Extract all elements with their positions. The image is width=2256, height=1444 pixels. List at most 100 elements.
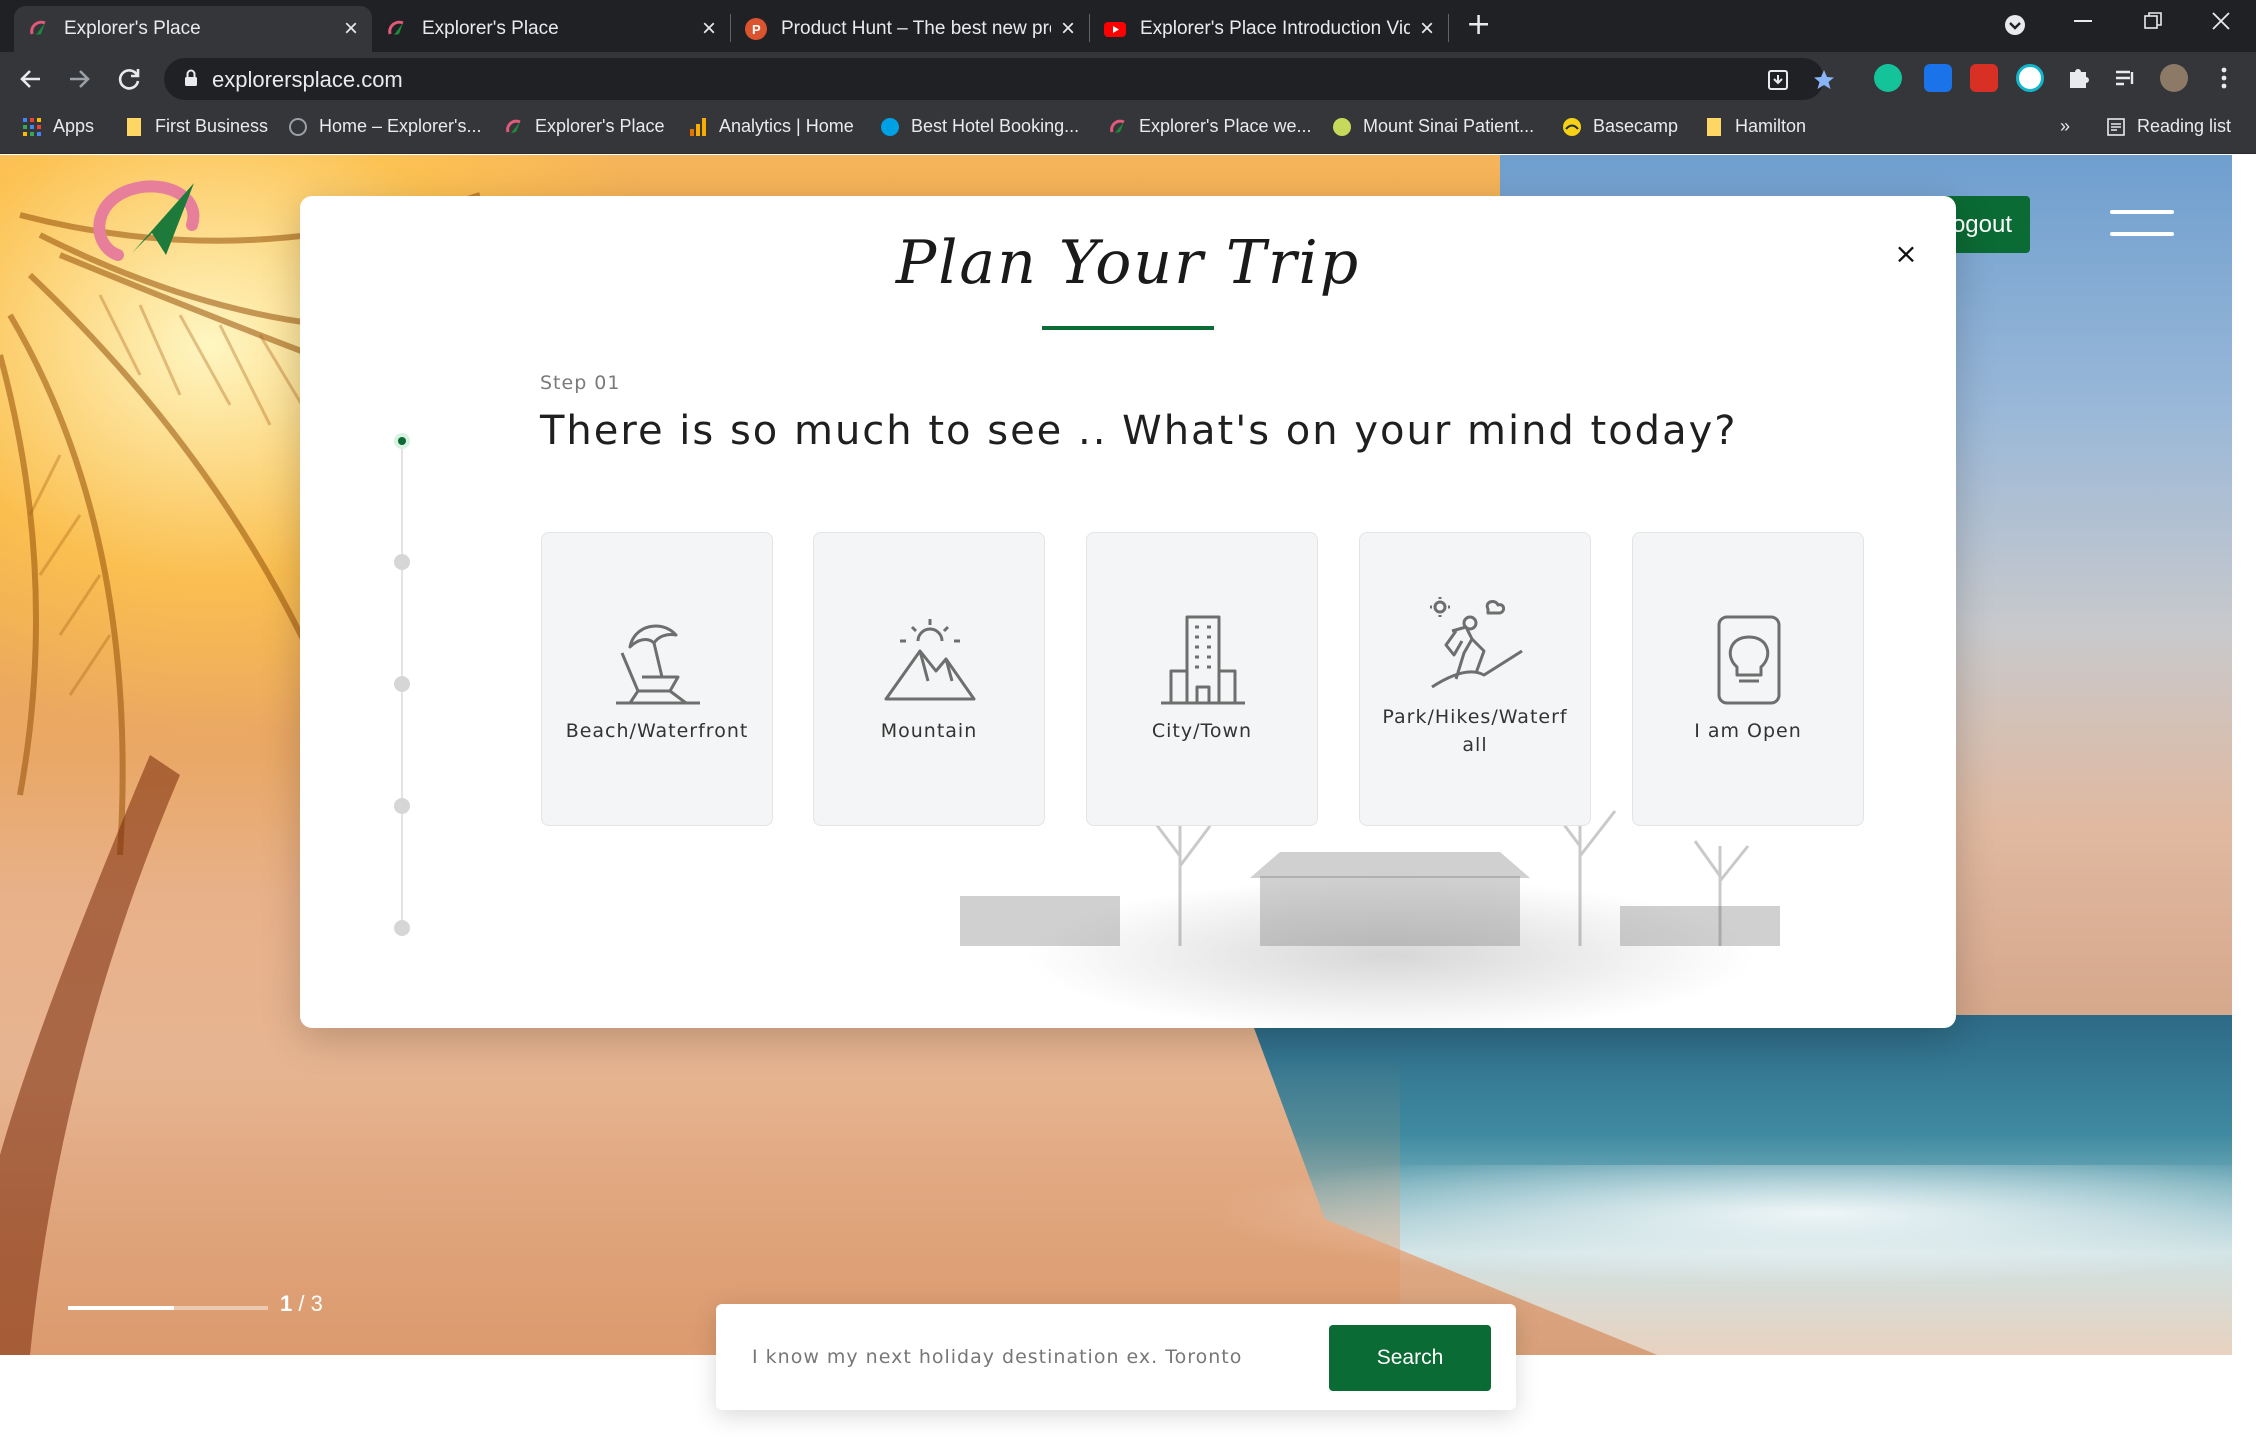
window-close-icon[interactable] xyxy=(2212,12,2230,30)
youtube-icon xyxy=(1104,22,1126,37)
restore-icon[interactable] xyxy=(2144,12,2162,30)
slide-current: 1 xyxy=(280,1291,293,1316)
overflow-chevron-icon: » xyxy=(2060,116,2071,136)
beach-umbrella-icon xyxy=(616,624,700,705)
tab-title: Explorer's Place xyxy=(422,18,559,39)
option-open[interactable]: I am Open xyxy=(1632,532,1864,826)
extension-icon[interactable] xyxy=(1924,64,1952,92)
lock-icon[interactable] xyxy=(184,69,198,87)
step-dot-5[interactable] xyxy=(394,920,410,936)
bookmark-label: Mount Sinai Patient... xyxy=(1363,116,1535,136)
explorers-place-icon xyxy=(30,20,46,35)
close-tab-icon[interactable]: × xyxy=(1061,17,1075,41)
tab-title: Explorer's Place Introduction Vide xyxy=(1140,18,1410,39)
puzzle-piece-icon[interactable] xyxy=(2064,64,2092,92)
destination-search-bar: Search xyxy=(716,1304,1516,1410)
destination-search-input[interactable] xyxy=(752,1338,1292,1376)
bookmark-item[interactable]: Apps xyxy=(22,116,94,137)
slide-separator: / xyxy=(298,1291,305,1316)
hiker-icon xyxy=(1430,597,1523,689)
building-icon xyxy=(1161,615,1245,705)
bookmark-label: Explorer's Place we... xyxy=(1139,116,1312,136)
hamburger-menu-icon[interactable] xyxy=(2110,210,2174,238)
close-tab-icon[interactable]: × xyxy=(702,17,716,41)
bookmark-item[interactable]: Basecamp xyxy=(1562,116,1678,137)
extension-icon[interactable] xyxy=(1970,64,1998,92)
basecamp-icon xyxy=(1563,117,1581,136)
browser-tab[interactable]: Explorer's Place × xyxy=(14,6,372,52)
bookmark-item[interactable]: Mount Sinai Patient... xyxy=(1332,116,1534,137)
step-question: There is so much to see .. What's on you… xyxy=(540,408,1738,454)
reload-icon[interactable] xyxy=(116,66,142,92)
slide-total: 3 xyxy=(310,1291,323,1316)
option-label: City/Town xyxy=(1151,720,1253,742)
option-city[interactable]: City/Town xyxy=(1086,532,1318,826)
bookmark-label: Explorer's Place xyxy=(535,116,665,136)
bookmark-item[interactable]: Explorer's Place we... xyxy=(1108,116,1312,137)
option-mountain[interactable]: Mountain xyxy=(813,532,1045,826)
tab-search-icon[interactable] xyxy=(2004,14,2026,36)
bookmark-item[interactable]: First Business xyxy=(124,116,268,137)
kebab-menu-icon[interactable] xyxy=(2210,64,2238,92)
bookmarks-bar: Apps First Business Home – Explorer's...… xyxy=(0,106,2256,154)
bookmark-label: Analytics | Home xyxy=(719,116,854,136)
globe-icon xyxy=(289,117,307,136)
bookmark-item[interactable]: Analytics | Home xyxy=(688,116,854,137)
title-underline xyxy=(1042,326,1214,330)
option-park[interactable]: Park/Hikes/Waterfall xyxy=(1359,532,1591,826)
step-dot-1[interactable] xyxy=(394,433,410,449)
hotel-icon xyxy=(881,117,899,136)
bookmarks-overflow-button[interactable]: » xyxy=(2060,116,2070,137)
bookmark-label: Basecamp xyxy=(1593,116,1679,136)
browser-tab-strip: Explorer's Place × Explorer's Place × P … xyxy=(0,0,2256,52)
reading-list-button[interactable]: Reading list xyxy=(2106,116,2231,137)
bookmark-star-icon[interactable] xyxy=(1812,68,1836,92)
forward-icon[interactable] xyxy=(66,66,92,92)
media-list-icon[interactable] xyxy=(2112,64,2140,92)
explorers-place-logo[interactable] xyxy=(82,175,302,275)
tab-title: Product Hunt – The best new pro xyxy=(781,18,1051,39)
option-beach[interactable]: Beach/Waterfront xyxy=(541,532,773,826)
search-button[interactable]: Search xyxy=(1329,1325,1491,1391)
url-text[interactable]: explorersplace.com xyxy=(212,67,403,93)
browser-tab[interactable]: Explorer's Place × xyxy=(372,6,730,52)
apps-grid-icon xyxy=(23,117,41,136)
explorers-place-icon xyxy=(388,20,404,35)
install-app-icon[interactable] xyxy=(1766,68,1790,92)
step-label: Step 01 xyxy=(540,372,621,394)
browser-tab[interactable]: P Product Hunt – The best new pro × xyxy=(731,6,1089,52)
grammarly-icon[interactable] xyxy=(1874,64,1902,92)
avatar[interactable] xyxy=(2160,64,2188,92)
bookmark-item[interactable]: Explorer's Place xyxy=(504,116,665,137)
bookmark-item[interactable]: Home – Explorer's... xyxy=(288,116,482,137)
bookmark-item[interactable]: Hamilton xyxy=(1704,116,1806,137)
step-dot-2[interactable] xyxy=(394,554,410,570)
new-tab-button[interactable]: + xyxy=(1466,10,1491,40)
address-bar[interactable]: explorersplace.com xyxy=(164,58,1834,100)
close-icon[interactable]: × xyxy=(1892,240,1920,268)
analytics-icon xyxy=(690,117,706,136)
close-tab-icon[interactable]: × xyxy=(1420,17,1434,41)
close-tab-icon[interactable]: × xyxy=(344,17,358,41)
back-icon[interactable] xyxy=(18,66,44,92)
reading-list-label: Reading list xyxy=(2137,116,2232,136)
lightbulb-icon xyxy=(1717,615,1781,705)
step-dot-3[interactable] xyxy=(394,676,410,692)
option-label: Mountain xyxy=(880,720,978,742)
option-label: Park/Hikes/Waterfall xyxy=(1382,706,1568,756)
sync-icon[interactable] xyxy=(2016,64,2044,92)
minimize-icon[interactable] xyxy=(2074,20,2092,24)
bookmark-label: Home – Explorer's... xyxy=(319,116,482,136)
tab-separator xyxy=(1448,14,1449,42)
step-dot-4[interactable] xyxy=(394,798,410,814)
explorers-place-icon xyxy=(506,119,521,133)
slide-counter: 1 / 3 xyxy=(280,1291,323,1317)
slide-progress-fill xyxy=(68,1306,174,1310)
folder-icon xyxy=(1707,117,1721,136)
bookmark-label: First Business xyxy=(155,116,269,136)
bookmark-item[interactable]: Best Hotel Booking... xyxy=(880,116,1079,137)
bookmark-label: Apps xyxy=(53,116,95,136)
svg-text:P: P xyxy=(752,22,761,37)
browser-tab[interactable]: Explorer's Place Introduction Vide × xyxy=(1090,6,1448,52)
option-label: Beach/Waterfront xyxy=(565,720,749,742)
